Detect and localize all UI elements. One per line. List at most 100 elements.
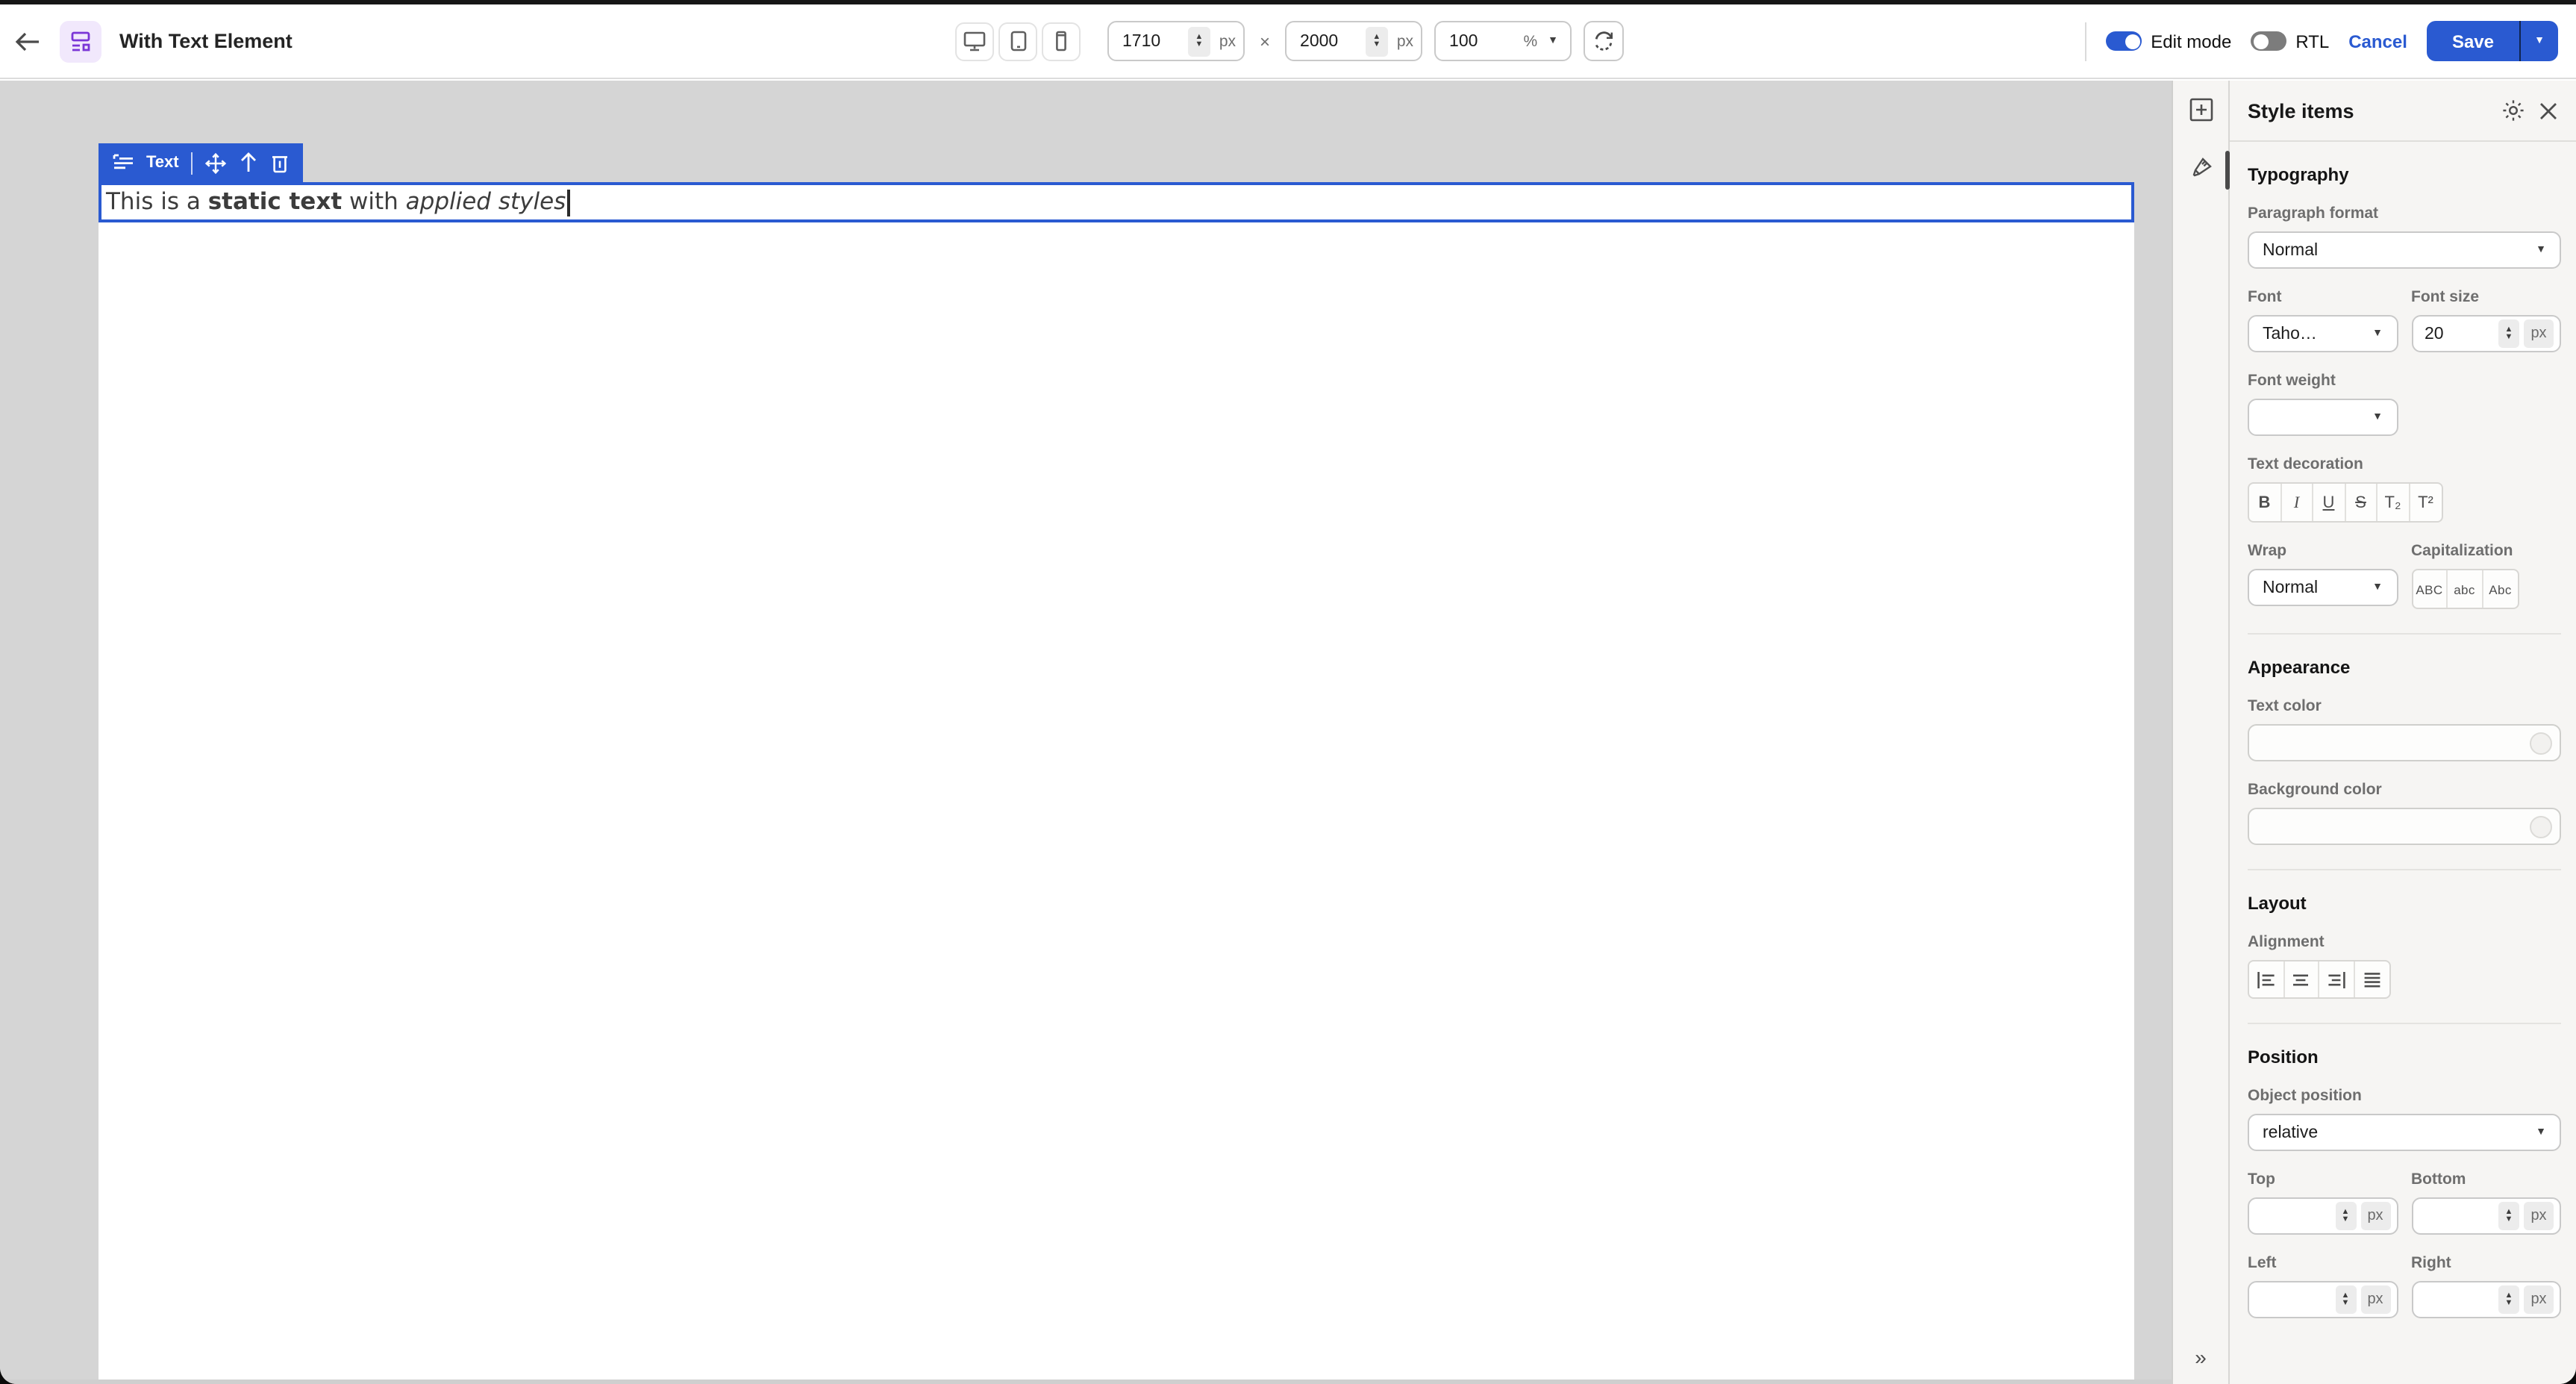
device-desktop-button[interactable] xyxy=(955,22,994,60)
height-unit-label: px xyxy=(1397,32,1413,50)
position-bottom-input[interactable] xyxy=(2425,1207,2498,1225)
style-panel-body: Typography Paragraph format Normal ▼ Fon… xyxy=(2230,142,2576,1384)
section-title-appearance: Appearance xyxy=(2248,657,2561,678)
paragraph-format-value: Normal xyxy=(2263,241,2536,259)
subscript-button[interactable]: T₂ xyxy=(2378,484,2410,521)
canvas-width-field: ▲▼ px xyxy=(1107,21,1245,61)
object-position-label: Object position xyxy=(2248,1087,2561,1105)
cancel-button[interactable]: Cancel xyxy=(2348,31,2407,52)
design-canvas[interactable]: Text xyxy=(0,81,2172,1384)
underline-button[interactable]: U xyxy=(2313,484,2345,521)
add-element-button[interactable] xyxy=(2188,97,2213,122)
toolbar-divider xyxy=(2085,22,2086,60)
align-left-button[interactable] xyxy=(2249,961,2284,997)
width-stepper[interactable]: ▲▼ xyxy=(1188,26,1210,56)
collapse-sidebar-button[interactable]: » xyxy=(2195,1345,2207,1369)
font-label: Font xyxy=(2248,288,2398,306)
align-right-icon xyxy=(2327,970,2346,989)
zoom-unit-label: % xyxy=(1523,32,1537,50)
text-decoration-group: B I U S T₂ T² xyxy=(2248,482,2443,523)
align-justify-button[interactable] xyxy=(2354,961,2389,997)
active-tab-indicator xyxy=(2225,151,2230,190)
background-color-field[interactable] xyxy=(2248,808,2561,845)
canvas-height-input[interactable] xyxy=(1300,32,1366,50)
edit-mode-toggle[interactable] xyxy=(2106,31,2142,51)
arrow-up-icon xyxy=(239,152,258,173)
text-part-italic: applied styles xyxy=(406,189,566,216)
alignment-label: Alignment xyxy=(2248,933,2561,951)
position-left-unit-chip: px xyxy=(2360,1285,2390,1314)
canvas-height-field: ▲▼ px xyxy=(1285,21,1422,61)
font-size-stepper[interactable]: ▲▼ xyxy=(2498,319,2519,348)
strikethrough-button[interactable]: S xyxy=(2345,484,2378,521)
superscript-button[interactable]: T² xyxy=(2410,484,2442,521)
bold-button[interactable]: B xyxy=(2249,484,2281,521)
position-right-unit-chip: px xyxy=(2524,1285,2554,1314)
lowercase-button[interactable]: abc xyxy=(2448,570,2483,608)
background-color-swatch[interactable] xyxy=(2530,815,2552,838)
style-panel: Style items xyxy=(2230,81,2576,1384)
chevron-down-icon: ▼ xyxy=(2534,36,2545,46)
italic-button[interactable]: I xyxy=(2281,484,2313,521)
align-right-button[interactable] xyxy=(2319,961,2354,997)
save-split-button: Save ▼ xyxy=(2427,21,2558,61)
capitalize-button[interactable]: Abc xyxy=(2483,570,2518,608)
position-right-label: Right xyxy=(2411,1254,2561,1272)
position-left-input[interactable] xyxy=(2261,1291,2335,1309)
move-element-button[interactable] xyxy=(204,152,227,174)
font-size-label: Font size xyxy=(2411,288,2561,306)
close-panel-button[interactable] xyxy=(2539,101,2558,120)
selected-text-element[interactable]: This is a static text with applied style… xyxy=(99,182,2134,222)
zoom-select[interactable]: 100 % ▼ xyxy=(1434,21,1572,61)
style-sidebar: » Style items xyxy=(2172,81,2576,1384)
position-bottom-field: ▲▼ px xyxy=(2411,1197,2561,1235)
edit-mode-label: Edit mode xyxy=(2151,31,2231,52)
font-weight-label: Font weight xyxy=(2248,372,2398,390)
move-up-button[interactable] xyxy=(239,152,258,173)
align-center-button[interactable] xyxy=(2284,961,2319,997)
chevron-down-icon: ▼ xyxy=(2536,1127,2546,1138)
back-button[interactable] xyxy=(15,31,42,52)
move-icon xyxy=(204,152,227,174)
font-select[interactable]: Taho… ▼ xyxy=(2248,315,2398,352)
rtl-label: RTL xyxy=(2295,31,2329,52)
chevron-down-icon: ▼ xyxy=(1548,36,1558,46)
save-dropdown-button[interactable]: ▼ xyxy=(2519,21,2558,61)
save-button[interactable]: Save xyxy=(2427,21,2519,61)
wrap-select[interactable]: Normal ▼ xyxy=(2248,569,2398,606)
delete-element-button[interactable] xyxy=(270,152,290,173)
style-panel-tab[interactable] xyxy=(2188,155,2213,181)
section-divider xyxy=(2248,633,2561,635)
device-tablet-button[interactable] xyxy=(998,22,1037,60)
device-mobile-button[interactable] xyxy=(1042,22,1081,60)
font-weight-select[interactable]: ▼ xyxy=(2248,399,2398,436)
uppercase-button[interactable]: ABC xyxy=(2413,570,2448,608)
page-surface[interactable]: This is a static text with applied style… xyxy=(99,182,2134,1380)
text-color-swatch[interactable] xyxy=(2530,732,2552,754)
text-decoration-label: Text decoration xyxy=(2248,455,2561,473)
section-title-position: Position xyxy=(2248,1047,2561,1067)
rtl-toggle[interactable] xyxy=(2251,31,2286,51)
paragraph-format-select[interactable]: Normal ▼ xyxy=(2248,231,2561,269)
canvas-scrollbar-track[interactable] xyxy=(0,1380,2172,1384)
wrap-value: Normal xyxy=(2263,579,2372,596)
position-right-stepper[interactable]: ▲▼ xyxy=(2498,1285,2519,1314)
position-bottom-stepper[interactable]: ▲▼ xyxy=(2498,1202,2519,1230)
font-size-input[interactable] xyxy=(2425,325,2498,343)
canvas-width-input[interactable] xyxy=(1122,32,1188,50)
position-top-field: ▲▼ px xyxy=(2248,1197,2398,1235)
position-left-stepper[interactable]: ▲▼ xyxy=(2335,1285,2356,1314)
plus-square-icon xyxy=(2188,97,2213,122)
reset-zoom-icon xyxy=(1592,30,1615,52)
panel-settings-button[interactable] xyxy=(2501,99,2525,122)
position-top-stepper[interactable]: ▲▼ xyxy=(2335,1202,2356,1230)
object-position-value: relative xyxy=(2263,1123,2536,1141)
reset-zoom-button[interactable] xyxy=(1584,21,1624,61)
object-position-select[interactable]: relative ▼ xyxy=(2248,1114,2561,1151)
height-stepper[interactable]: ▲▼ xyxy=(1366,26,1388,56)
text-color-label: Text color xyxy=(2248,697,2561,715)
position-top-input[interactable] xyxy=(2261,1207,2335,1225)
position-right-input[interactable] xyxy=(2425,1291,2498,1309)
text-part: with xyxy=(342,189,406,216)
text-color-field[interactable] xyxy=(2248,724,2561,761)
